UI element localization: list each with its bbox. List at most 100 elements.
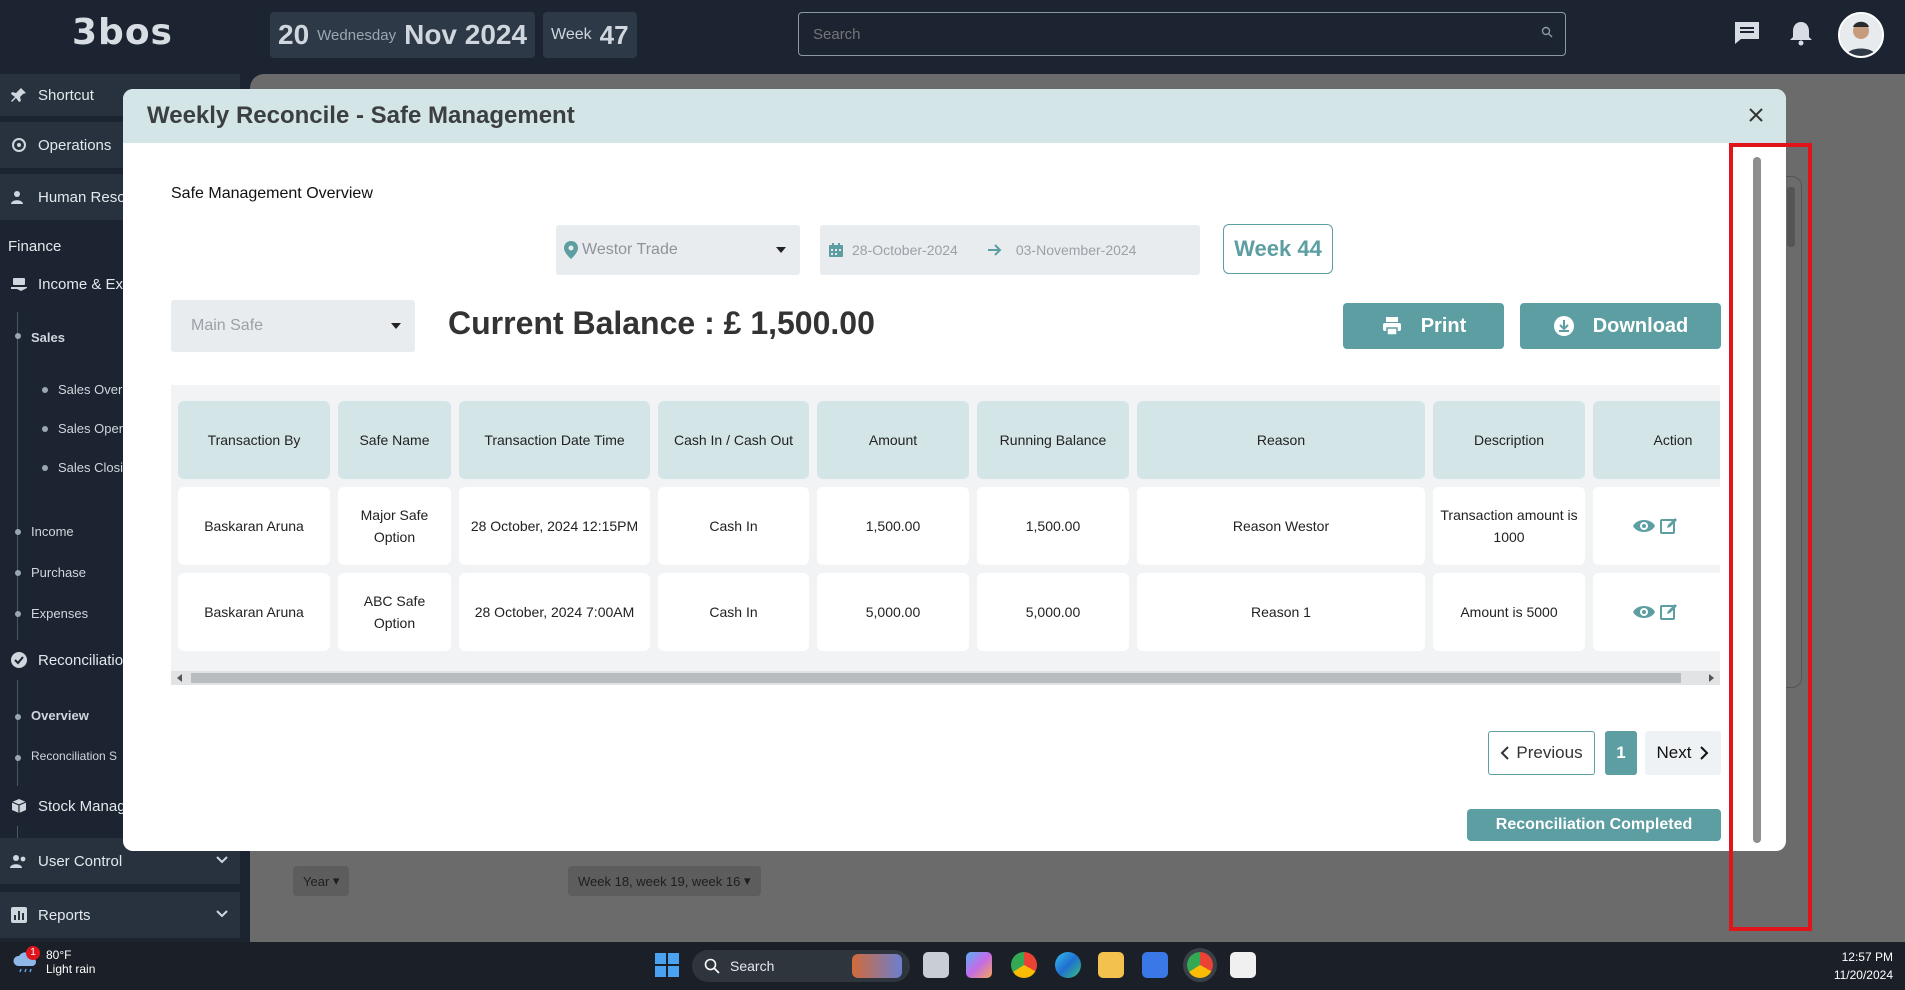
table-cell: Cash In [658, 487, 809, 565]
chat-icon[interactable] [1732, 18, 1762, 48]
table-cell: ABC Safe Option [338, 573, 451, 651]
sidebar-item-sales[interactable]: Sales [31, 330, 65, 345]
chevron-down-icon[interactable] [216, 910, 228, 918]
global-search[interactable] [798, 12, 1566, 56]
sidebar-item-sales-opening[interactable]: Sales Open [58, 421, 126, 436]
task-view-icon[interactable] [923, 952, 949, 978]
edge-icon[interactable] [1055, 952, 1081, 978]
store-icon[interactable] [1142, 952, 1168, 978]
tree-dot [15, 714, 21, 720]
table-cell: 28 October, 2024 12:15PM [459, 487, 650, 565]
eye-icon[interactable] [1632, 604, 1656, 620]
action-cell [1593, 487, 1720, 565]
date-range-picker[interactable]: 28-October-2024 03-November-2024 [820, 225, 1200, 275]
snipping-tool-icon[interactable] [1230, 952, 1256, 978]
weather-widget[interactable]: 1 80°F Light rain [12, 946, 95, 976]
next-page-button[interactable]: Next [1645, 731, 1721, 775]
sidebar-item-sales-overview[interactable]: Sales Over [58, 382, 122, 397]
download-button[interactable]: Download [1520, 303, 1721, 349]
horizontal-scroll-thumb[interactable] [191, 673, 1681, 683]
page-number-button[interactable]: 1 [1605, 731, 1637, 775]
column-header[interactable]: Amount [817, 401, 969, 479]
weeks-filter[interactable]: Week 18, week 19, week 16 ▾ [568, 866, 761, 896]
column-header[interactable]: Safe Name [338, 401, 451, 479]
sidebar-item-purchase[interactable]: Purchase [31, 565, 86, 580]
pin-icon [11, 88, 26, 102]
chevron-left-icon [1501, 746, 1510, 760]
scroll-right-arrow-icon[interactable] [1709, 674, 1714, 682]
sidebar-item-overview[interactable]: Overview [31, 708, 89, 723]
location-select[interactable]: Westor Trade [556, 225, 800, 275]
search-icon[interactable] [1541, 26, 1553, 38]
operations-icon [12, 138, 26, 152]
current-balance: Current Balance : £ 1,500.00 [448, 305, 875, 341]
search-icon [704, 958, 720, 974]
edit-icon[interactable] [1660, 517, 1678, 535]
edit-icon[interactable] [1660, 603, 1678, 621]
windows-taskbar: 1 80°F Light rain Search 12:57 PM 11/20/… [0, 942, 1905, 990]
table-cell: 1,500.00 [817, 487, 969, 565]
taskbar-search[interactable]: Search [692, 950, 910, 982]
column-header[interactable]: Transaction Date Time [459, 401, 650, 479]
table-cell: 1,500.00 [977, 487, 1129, 565]
date-from[interactable]: 28-October-2024 [852, 242, 958, 258]
clock-date: 11/20/2024 [1833, 968, 1893, 982]
sidebar-label-reconciliation: Reconciliatio [38, 651, 124, 669]
safe-management-modal: Weekly Reconcile - Safe Management Safe … [123, 89, 1786, 851]
weather-icon: 1 [12, 946, 40, 974]
sidebar-item-sales-closing[interactable]: Sales Closi [58, 460, 123, 475]
reconciliation-completed-button[interactable]: Reconciliation Completed [1467, 809, 1721, 841]
close-icon[interactable] [1744, 103, 1768, 127]
section-title: Safe Management Overview [171, 185, 373, 202]
system-clock[interactable]: 12:57 PM 11/20/2024 [1834, 948, 1893, 984]
print-button[interactable]: Print [1343, 303, 1504, 349]
tree-dot [15, 570, 21, 576]
week-button[interactable]: Week 44 [1223, 224, 1333, 274]
tree-dot [42, 465, 48, 471]
search-input[interactable] [811, 25, 1515, 44]
safe-select[interactable]: Main Safe [171, 300, 415, 352]
table-cell: Baskaran Aruna [178, 573, 330, 651]
column-header[interactable]: Transaction By [178, 401, 330, 479]
column-header[interactable]: Reason [1137, 401, 1425, 479]
safe-select-value: Main Safe [191, 317, 264, 334]
table-cell: Cash In [658, 573, 809, 651]
week-label: Week [551, 26, 592, 43]
user-avatar[interactable] [1838, 12, 1884, 58]
sidebar-item-income[interactable]: Income [31, 524, 74, 539]
table-cell: Reason Westor [1137, 487, 1425, 565]
box-icon [11, 799, 27, 813]
scroll-left-arrow-icon[interactable] [177, 674, 182, 682]
date-weekday: Wednesday [317, 26, 397, 44]
column-header[interactable]: Running Balance [977, 401, 1129, 479]
horizontal-scrollbar[interactable] [171, 671, 1720, 685]
file-explorer-icon[interactable] [1098, 952, 1124, 978]
chrome-active-icon[interactable] [1187, 952, 1213, 978]
column-header[interactable]: Cash In / Cash Out [658, 401, 809, 479]
weeks-filter-label: Week 18, week 19, week 16 [578, 873, 741, 889]
chrome-icon[interactable] [1011, 952, 1037, 978]
previous-page-button[interactable]: Previous [1488, 731, 1595, 775]
previous-label: Previous [1516, 743, 1583, 762]
table-cell: Major Safe Option [338, 487, 451, 565]
year-filter[interactable]: Year ▾ [293, 866, 350, 896]
eye-icon[interactable] [1632, 518, 1656, 534]
app-logo[interactable]: 3bos [72, 12, 173, 53]
printer-icon [1382, 317, 1401, 336]
sidebar-item-reconciliation-s[interactable]: Reconciliation S [31, 749, 117, 763]
sidebar-section-finance: Finance [8, 238, 62, 255]
sidebar-item-expenses[interactable]: Expenses [31, 606, 88, 621]
bell-icon[interactable] [1786, 18, 1816, 48]
tree-dot [15, 755, 21, 761]
weather-badge: 1 [26, 946, 40, 960]
copilot-icon[interactable] [966, 952, 992, 978]
column-header[interactable]: Action [1593, 401, 1720, 479]
chevron-down-icon[interactable] [216, 856, 228, 864]
clock-time: 12:57 PM [1841, 950, 1893, 964]
sidebar-item-reports[interactable]: Reports [0, 892, 240, 938]
weather-temperature: 80°F [46, 948, 72, 962]
date-to[interactable]: 03-November-2024 [1016, 242, 1137, 258]
column-header[interactable]: Description [1433, 401, 1585, 479]
windows-start-icon[interactable] [654, 952, 680, 978]
windows-logo-icon [655, 953, 679, 977]
